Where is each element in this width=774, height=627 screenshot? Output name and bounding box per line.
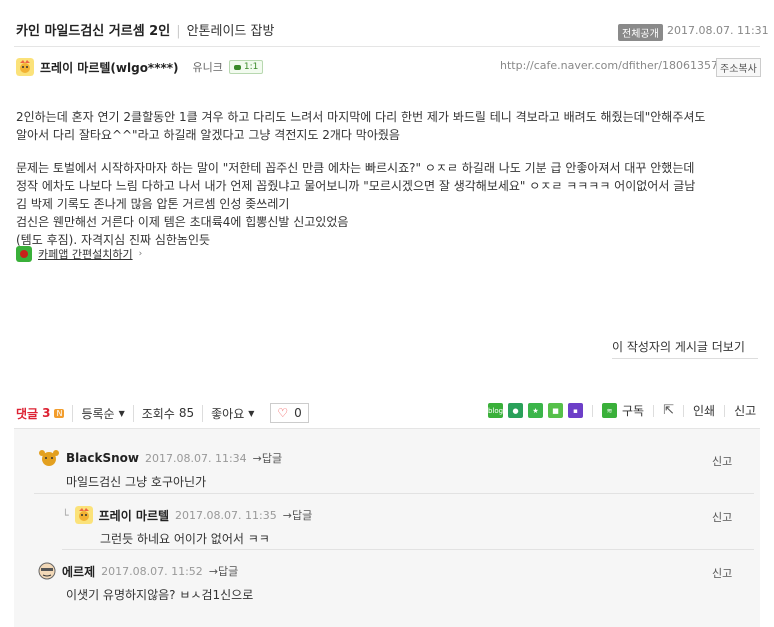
share-bar: blog ● ★ ■ ▪ ≋ 구독 ⇱ 인쇄 신고 bbox=[488, 402, 756, 419]
subscribe-button[interactable]: 구독 bbox=[622, 402, 644, 419]
comment-item: 에르제 2017.08.07. 11:52 →답글 이샛기 유명하지않음? ㅂㅅ… bbox=[38, 562, 738, 603]
cafe-app-icon bbox=[16, 246, 32, 262]
more-posts-link[interactable]: 이 작성자의 게시글 더보기 bbox=[612, 338, 745, 355]
reply-label: 답글 bbox=[261, 452, 283, 465]
copy-url-button[interactable]: 주소복사 bbox=[716, 58, 761, 77]
commenter-avatar-icon[interactable] bbox=[38, 449, 60, 467]
memo-share-icon[interactable]: ■ bbox=[548, 403, 563, 418]
comments-label: 댓글 bbox=[16, 406, 39, 421]
comment-report-button[interactable]: 신고 bbox=[712, 509, 732, 525]
cafe-share-icon[interactable]: ● bbox=[508, 403, 523, 418]
blog-share-label: blog bbox=[487, 406, 504, 415]
chat-button[interactable]: 1:1 bbox=[228, 60, 264, 74]
reply-indent-icon: └ bbox=[62, 508, 69, 522]
author-avatar-icon[interactable] bbox=[16, 58, 34, 76]
post-url[interactable]: http://cafe.naver.com/dfither/18061357 bbox=[500, 59, 718, 72]
commenter-name[interactable]: 에르제 bbox=[62, 563, 95, 580]
report-button[interactable]: 신고 bbox=[734, 402, 756, 419]
chat-bubble-icon bbox=[233, 64, 241, 70]
comments-toggle[interactable]: 댓글 3 N bbox=[16, 405, 72, 422]
share-icon[interactable]: ⇱ bbox=[663, 403, 674, 418]
views-label: 조회수 bbox=[141, 406, 175, 421]
cafe-app-label: 카페앱 간편설치하기 bbox=[38, 248, 133, 261]
title-separator: | bbox=[176, 24, 181, 39]
divider bbox=[683, 404, 684, 417]
body-line: 정작 에차도 나보다 느림 다하고 나서 내가 언제 꼽줬냐고 물어보니까 "모… bbox=[16, 179, 696, 193]
reply-label: 답글 bbox=[218, 565, 239, 578]
commenter-avatar-icon[interactable] bbox=[74, 506, 93, 524]
reply-button[interactable]: →답글 bbox=[253, 450, 282, 466]
likes-label: 좋아요 bbox=[211, 406, 245, 421]
comment-report-button[interactable]: 신고 bbox=[712, 453, 732, 469]
post-title-bar: 카인 마일드검신 거르셈 2인 | 안톤레이드 잡방 bbox=[16, 20, 274, 39]
reply-button[interactable]: →답글 bbox=[283, 507, 312, 523]
visibility-badge: 전체공개 bbox=[618, 24, 663, 41]
chevron-right-icon: › bbox=[138, 249, 143, 259]
commenter-avatar-icon[interactable] bbox=[38, 562, 56, 580]
views: 조회수 85 bbox=[132, 404, 202, 422]
author-row: 프레이 마르텔(wlgo****) 유니크 1:1 bbox=[16, 58, 264, 76]
reply-button[interactable]: →답글 bbox=[209, 563, 238, 579]
divider bbox=[653, 404, 655, 417]
comment-date: 2017.08.07. 11:34 bbox=[144, 451, 247, 465]
sort-dropdown[interactable]: 등록순 ▼ bbox=[72, 404, 132, 422]
rss-icon: ≋ bbox=[602, 403, 617, 418]
views-count: 85 bbox=[178, 406, 195, 420]
star-share-icon[interactable]: ★ bbox=[528, 403, 543, 418]
band-share-icon[interactable]: ▪ bbox=[568, 403, 583, 418]
board-link[interactable]: 안톤레이드 잡방 bbox=[187, 24, 275, 39]
author-grade: 유니크 bbox=[192, 61, 223, 74]
comment-reply-item: └ 프레이 마르텔 2017.08.07. 11:35 →답글 그런듯 하네요 … bbox=[62, 506, 712, 547]
post-title: 카인 마일드검신 거르셈 2인 bbox=[16, 24, 171, 39]
comment-item: BlackSnow 2017.08.07. 11:34 →답글 마일드검신 그냥… bbox=[38, 449, 738, 490]
likes-dropdown[interactable]: 좋아요 ▼ bbox=[202, 404, 262, 422]
print-button[interactable]: 인쇄 bbox=[693, 402, 715, 419]
heart-icon: ♡ bbox=[277, 406, 289, 420]
post-body-paragraph-1: 2인하는데 혼자 연기 2클할동안 1클 겨우 하고 다리도 느려서 마지막에 … bbox=[16, 108, 764, 144]
divider bbox=[592, 404, 593, 417]
comment-text: 그런듯 하네요 어이가 없어서 ㅋㅋ bbox=[100, 532, 270, 546]
commenter-name[interactable]: BlackSnow bbox=[66, 451, 139, 465]
body-line: 검신은 웬만해선 거른다 이제 템은 초대륙4에 힙뽕신발 신고있었음 bbox=[16, 215, 349, 229]
comment-text: 마일드검신 그냥 호구아닌가 bbox=[66, 475, 207, 489]
comment-text: 이샛기 유명하지않음? ㅂㅅ검1신으로 bbox=[66, 588, 254, 602]
divider bbox=[34, 493, 754, 494]
sort-label: 등록순 bbox=[81, 406, 115, 421]
comment-date: 2017.08.07. 11:35 bbox=[175, 508, 277, 522]
like-count: 0 bbox=[294, 406, 302, 420]
comment-section: BlackSnow 2017.08.07. 11:34 →답글 마일드검신 그냥… bbox=[14, 428, 760, 627]
reply-label: 답글 bbox=[291, 509, 313, 522]
post-body-paragraph-2: 문제는 토벌에서 시작하자마자 하는 말이 "저한테 꼽주신 만큼 에차는 빠르… bbox=[16, 159, 764, 249]
caret-down-icon: ▼ bbox=[118, 408, 125, 418]
comment-header: BlackSnow 2017.08.07. 11:34 →답글 bbox=[38, 449, 738, 467]
new-badge: N bbox=[54, 408, 65, 418]
divider bbox=[62, 549, 754, 550]
caret-down-icon: ▼ bbox=[248, 408, 255, 418]
cafe-app-install-link[interactable]: 카페앱 간편설치하기 › bbox=[16, 246, 142, 262]
comment-date: 2017.08.07. 11:52 bbox=[101, 564, 203, 578]
body-line: 알아서 다리 잘타요^^"라고 하길래 알겠다고 그냥 격전지도 2개다 막아줬… bbox=[16, 128, 400, 142]
comment-header: └ 프레이 마르텔 2017.08.07. 11:35 →답글 bbox=[62, 506, 712, 524]
comments-count: 3 bbox=[42, 406, 51, 420]
author-name[interactable]: 프레이 마르텔(wlgo****) bbox=[40, 59, 179, 76]
post-date: 2017.08.07. 11:31 bbox=[667, 24, 769, 37]
comment-report-button[interactable]: 신고 bbox=[712, 565, 732, 581]
divider bbox=[724, 404, 726, 417]
post-toolbar: 댓글 3 N 등록순 ▼ 조회수 85 좋아요 ▼ ♡ 0 bbox=[16, 403, 309, 423]
commenter-name[interactable]: 프레이 마르텔 bbox=[99, 507, 169, 524]
body-line: 문제는 토벌에서 시작하자마자 하는 말이 "저한테 꼽주신 만큼 에차는 빠르… bbox=[16, 161, 695, 175]
like-button[interactable]: ♡ 0 bbox=[270, 403, 309, 423]
blog-share-icon[interactable]: blog bbox=[488, 403, 503, 418]
divider bbox=[14, 46, 760, 47]
body-line: 2인하는데 혼자 연기 2클할동안 1클 겨우 하고 다리도 느려서 마지막에 … bbox=[16, 110, 706, 124]
comment-header: 에르제 2017.08.07. 11:52 →답글 bbox=[38, 562, 738, 580]
divider bbox=[612, 358, 758, 359]
body-line: 김 박제 기록도 존나게 많음 압톤 거르셈 인성 좆쓰레기 bbox=[16, 197, 290, 211]
chat-label: 1:1 bbox=[243, 62, 259, 72]
